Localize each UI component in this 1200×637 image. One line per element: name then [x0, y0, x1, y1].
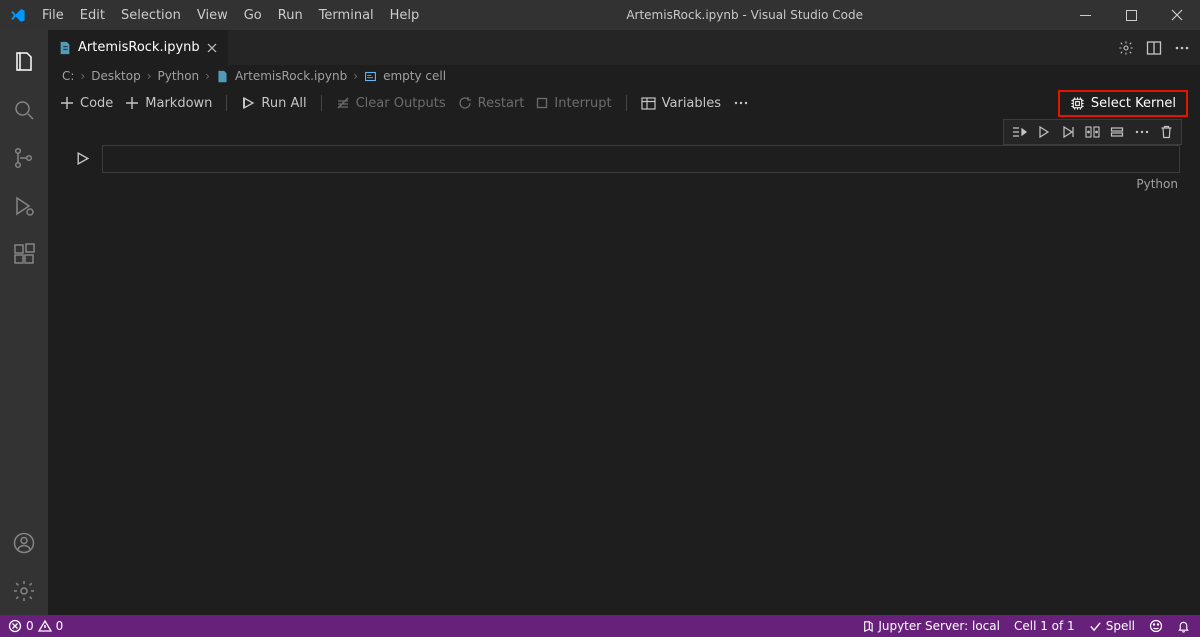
run-debug-icon[interactable] [0, 182, 48, 230]
add-code-button[interactable]: Code [60, 96, 113, 111]
window-controls [1062, 0, 1200, 30]
cell-editor[interactable] [102, 145, 1180, 173]
minimize-button[interactable] [1062, 0, 1108, 30]
chevron-right-icon: › [205, 69, 210, 83]
notebook-file-icon [216, 70, 229, 83]
menu-bar: File Edit Selection View Go Run Terminal… [34, 0, 427, 30]
cell-toolbar [48, 119, 1200, 145]
run-by-line-icon[interactable] [1012, 125, 1027, 139]
split-cell-icon[interactable] [1085, 125, 1100, 139]
execute-cell-icon[interactable] [1037, 125, 1051, 139]
menu-view[interactable]: View [189, 0, 236, 30]
clear-outputs-button[interactable]: Clear Outputs [336, 96, 446, 111]
more-icon[interactable] [1174, 40, 1190, 56]
editor-area: ArtemisRock.ipynb C: › Desktop [48, 30, 1200, 615]
vscode-logo-icon [0, 7, 34, 24]
select-kernel-button[interactable]: Select Kernel [1058, 90, 1188, 117]
variables-button[interactable]: Variables [641, 96, 721, 111]
maximize-button[interactable] [1108, 0, 1154, 30]
source-control-icon[interactable] [0, 134, 48, 182]
menu-selection[interactable]: Selection [113, 0, 189, 30]
execute-above-icon[interactable] [1061, 125, 1075, 139]
delete-cell-icon[interactable] [1160, 125, 1173, 139]
crumb-python[interactable]: Python [158, 69, 200, 83]
status-bell-icon[interactable] [1177, 619, 1190, 633]
chevron-right-icon: › [353, 69, 358, 83]
status-feedback-icon[interactable] [1149, 619, 1163, 633]
crumb-cell[interactable]: empty cell [383, 69, 446, 83]
settings-icon[interactable] [1118, 40, 1134, 56]
notebook-toolbar: Code Markdown Run All Clear Outputs Rest… [48, 87, 1200, 119]
cell-more-icon[interactable] [1134, 124, 1150, 140]
run-all-button[interactable]: Run All [241, 96, 306, 111]
cell-icon [364, 70, 377, 83]
status-bar: 0 0 Jupyter Server: local Cell 1 of 1 Sp… [0, 615, 1200, 637]
breadcrumb[interactable]: C: › Desktop › Python › ArtemisRock.ipyn… [48, 65, 1200, 87]
crumb-desktop[interactable]: Desktop [91, 69, 141, 83]
menu-edit[interactable]: Edit [72, 0, 113, 30]
notebook-file-icon [58, 41, 72, 55]
menu-go[interactable]: Go [236, 0, 270, 30]
activity-bar [0, 30, 48, 615]
split-editor-icon[interactable] [1146, 40, 1162, 56]
cell-language-label[interactable]: Python [48, 173, 1200, 191]
tab-row: ArtemisRock.ipynb [48, 30, 1200, 65]
crumb-file[interactable]: ArtemisRock.ipynb [235, 69, 347, 83]
status-jupyter[interactable]: Jupyter Server: local [861, 619, 1000, 633]
accounts-icon[interactable] [0, 519, 48, 567]
status-spell[interactable]: Spell [1089, 619, 1135, 633]
search-icon[interactable] [0, 86, 48, 134]
close-button[interactable] [1154, 0, 1200, 30]
title-bar: File Edit Selection View Go Run Terminal… [0, 0, 1200, 30]
interrupt-button[interactable]: Interrupt [536, 96, 611, 111]
status-cell-position[interactable]: Cell 1 of 1 [1014, 619, 1075, 633]
status-problems[interactable]: 0 0 [8, 619, 63, 633]
settings-gear-icon[interactable] [0, 567, 48, 615]
extensions-icon[interactable] [0, 230, 48, 278]
menu-help[interactable]: Help [382, 0, 428, 30]
add-markdown-button[interactable]: Markdown [125, 96, 212, 111]
restart-button[interactable]: Restart [458, 96, 525, 111]
window-title: ArtemisRock.ipynb - Visual Studio Code [427, 8, 1062, 22]
chevron-right-icon: › [80, 69, 85, 83]
menu-run[interactable]: Run [270, 0, 311, 30]
notebook-cell [48, 145, 1200, 173]
explorer-icon[interactable] [0, 38, 48, 86]
menu-file[interactable]: File [34, 0, 72, 30]
crumb-drive[interactable]: C: [62, 69, 74, 83]
tab-close-icon[interactable] [206, 42, 218, 54]
menu-terminal[interactable]: Terminal [311, 0, 382, 30]
collapse-cell-icon[interactable] [1110, 125, 1124, 139]
toolbar-more-icon[interactable] [733, 95, 749, 111]
tab-artemisrock[interactable]: ArtemisRock.ipynb [48, 30, 229, 65]
tab-label: ArtemisRock.ipynb [78, 40, 200, 55]
chevron-right-icon: › [147, 69, 152, 83]
run-cell-icon[interactable] [62, 145, 102, 173]
